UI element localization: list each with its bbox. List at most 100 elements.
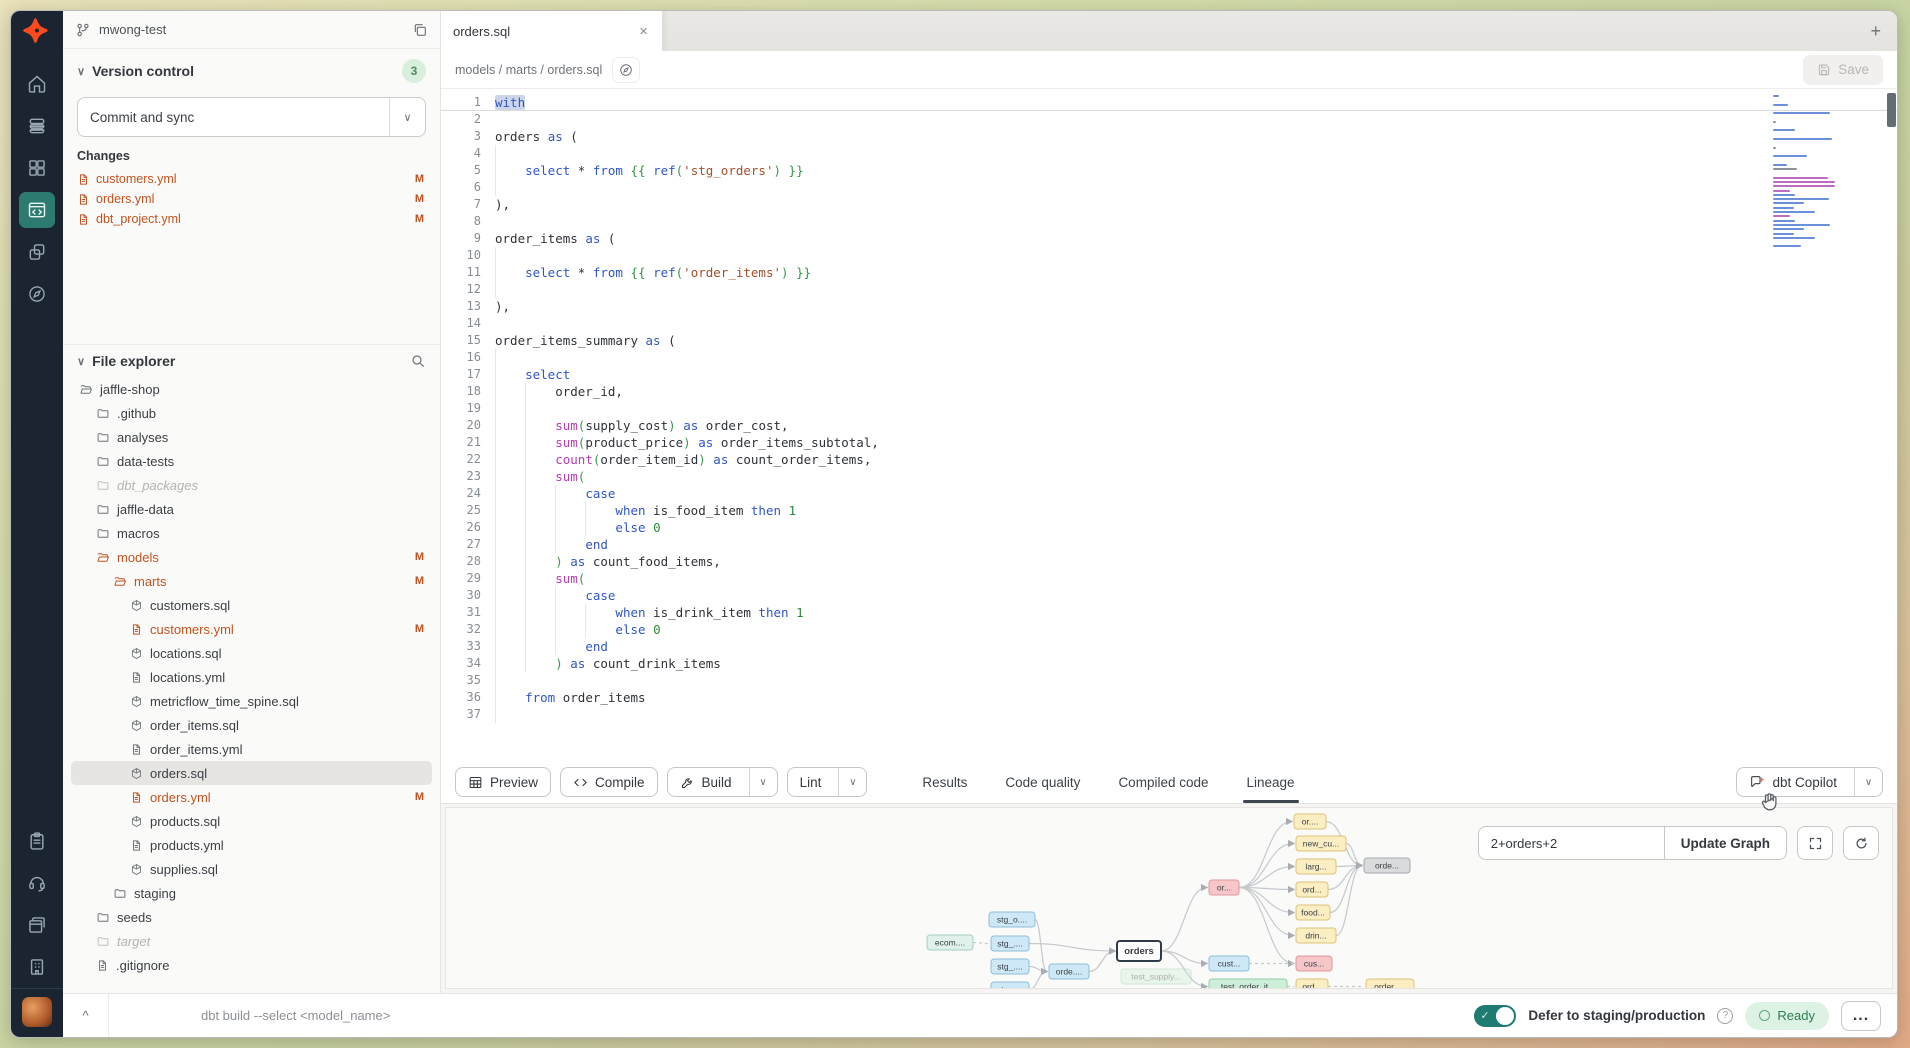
fullscreen-button[interactable] (1797, 826, 1833, 860)
tree-item-seeds[interactable]: seeds (71, 905, 432, 929)
tree-item-jaffle-data[interactable]: jaffle-data (71, 497, 432, 521)
lineage-node-yOrd2[interactable]: ord... (1296, 979, 1328, 988)
tree-item-target[interactable]: target (71, 929, 432, 953)
build-dropdown[interactable]: ∨ (749, 768, 777, 796)
preview-button[interactable]: Preview (455, 767, 551, 797)
changed-file-row[interactable]: dbt_project.ymlM (77, 209, 426, 229)
lineage-node-grayOrde[interactable]: orde... (1364, 858, 1410, 873)
tree-item-macros[interactable]: macros (71, 521, 432, 545)
clipboard-icon[interactable] (19, 823, 55, 859)
commit-dropdown[interactable]: ∨ (389, 98, 425, 136)
lineage-node-test_sup[interactable]: test_supply... (1121, 969, 1191, 984)
save-button[interactable]: Save (1803, 55, 1883, 85)
chevron-down-icon[interactable]: ∨ (77, 65, 85, 78)
lineage-node-testoi[interactable]: test_order_it... (1209, 979, 1287, 988)
lineage-node-ecom[interactable]: ecom.... (927, 935, 973, 950)
lineage-node-yNew[interactable]: new_cu... (1296, 836, 1346, 851)
dbt-logo-icon[interactable] (11, 11, 63, 55)
refresh-button[interactable] (1843, 826, 1879, 860)
tree-item-models[interactable]: modelsM (71, 545, 432, 569)
lint-button[interactable]: Lint ∨ (787, 767, 868, 797)
develop-code-icon[interactable] (19, 192, 55, 228)
scrollbar-thumb[interactable] (1887, 93, 1896, 127)
support-headset-icon[interactable] (19, 865, 55, 901)
line-number: 29 (441, 570, 481, 587)
lineage-node-cust[interactable]: cust... (1209, 956, 1249, 971)
file-explorer-title: File explorer (92, 353, 175, 369)
branch-name[interactable]: mwong-test (99, 22, 166, 37)
update-graph-button[interactable]: Update Graph (1665, 827, 1786, 859)
tree-item-staging[interactable]: staging (71, 881, 432, 905)
home-icon[interactable] (19, 66, 55, 102)
tab-lineage[interactable]: Lineage (1247, 761, 1295, 803)
tree-item-orders-yml[interactable]: orders.ymlM (71, 785, 432, 809)
copy-icon[interactable] (412, 22, 428, 38)
tree-item-order-items-sql[interactable]: order_items.sql (71, 713, 432, 737)
docs-browser-icon[interactable] (19, 907, 55, 943)
more-options-button[interactable]: ... (1841, 1001, 1881, 1031)
lineage-node-yOr[interactable]: or.... (1294, 814, 1326, 829)
tree-item-products-sql[interactable]: products.sql (71, 809, 432, 833)
tree-item-analyses[interactable]: analyses (71, 425, 432, 449)
lineage-compass-button[interactable] (612, 57, 640, 83)
lineage-node-orP[interactable]: or... (1209, 880, 1239, 895)
deploy-stack-icon[interactable] (19, 108, 55, 144)
tree-item--gitignore[interactable]: .gitignore (71, 953, 432, 977)
tree-item-locations-sql[interactable]: locations.sql (71, 641, 432, 665)
command-expand-caret[interactable]: ^ (63, 994, 109, 1037)
lineage-node-stg_o[interactable]: stg_o.... (989, 912, 1035, 927)
tree-item-marts[interactable]: martsM (71, 569, 432, 593)
dashboard-grid-icon[interactable] (19, 150, 55, 186)
tree-item-dbt-packages[interactable]: dbt_packages (71, 473, 432, 497)
close-icon[interactable]: × (635, 23, 652, 40)
user-avatar[interactable] (11, 988, 63, 1037)
tree-item-customers-yml[interactable]: customers.ymlM (71, 617, 432, 641)
help-icon[interactable]: ? (1717, 1008, 1733, 1024)
lineage-node-ordeB[interactable]: orde.... (1049, 964, 1089, 979)
command-input[interactable]: dbt build --select <model_name> (109, 1008, 390, 1023)
tree-item-supplies-sql[interactable]: supplies.sql (71, 857, 432, 881)
tree-item-data-tests[interactable]: data-tests (71, 449, 432, 473)
changed-file-row[interactable]: orders.ymlM (77, 189, 426, 209)
tree-item-order-items-yml[interactable]: order_items.yml (71, 737, 432, 761)
changed-file-row[interactable]: customers.ymlM (77, 169, 426, 189)
projects-icon[interactable] (19, 234, 55, 270)
lineage-node-stg_2[interactable]: stg_.... (991, 959, 1029, 974)
lineage-node-yDrin[interactable]: drin... (1296, 928, 1336, 943)
copilot-dropdown[interactable]: ∨ (1854, 768, 1882, 796)
tree-item--github[interactable]: .github (71, 401, 432, 425)
lineage-node-yOrd[interactable]: ord... (1296, 882, 1328, 897)
tree-item-metricflow-time-spine-sql[interactable]: metricflow_time_spine.sql (71, 689, 432, 713)
tree-item-orders-sql[interactable]: orders.sql (71, 761, 432, 785)
tree-item-jaffle-shop[interactable]: jaffle-shop (71, 377, 432, 401)
explore-compass-icon[interactable] (19, 276, 55, 312)
defer-toggle[interactable]: ✓ (1474, 1005, 1516, 1027)
tab-compiled-code[interactable]: Compiled code (1118, 761, 1208, 803)
tree-item-locations-yml[interactable]: locations.yml (71, 665, 432, 689)
new-tab-button[interactable]: + (1854, 21, 1897, 42)
editor-minimap[interactable] (1773, 95, 1837, 254)
lint-dropdown[interactable]: ∨ (838, 768, 866, 796)
lineage-node-stg_1[interactable]: stg_.... (991, 936, 1029, 951)
search-icon[interactable] (410, 353, 426, 369)
lineage-node-pinkCus[interactable]: cus... (1296, 956, 1332, 971)
tab-code-quality[interactable]: Code quality (1005, 761, 1080, 803)
lineage-selector-input[interactable]: 2+orders+2 (1479, 827, 1665, 859)
compile-button[interactable]: Compile (560, 767, 658, 797)
commit-and-sync-button[interactable]: Commit and sync ∨ (77, 97, 426, 137)
lineage-node-yLarg[interactable]: larg... (1296, 859, 1336, 874)
tab-results[interactable]: Results (922, 761, 967, 803)
lineage-node-yOrder2[interactable]: order_... (1366, 979, 1414, 988)
code-editor[interactable]: 1with23orders as (45 select * from {{ re… (441, 89, 1897, 761)
build-button[interactable]: Build ∨ (667, 767, 778, 797)
lineage-node-stg_3[interactable]: stg_.... (991, 982, 1029, 988)
organization-building-icon[interactable] (19, 949, 55, 985)
lineage-node-yFood[interactable]: food... (1296, 905, 1330, 920)
tab-orders-sql[interactable]: orders.sql × (441, 11, 663, 51)
tree-item-products-yml[interactable]: products.yml (71, 833, 432, 857)
code-text: ), (481, 298, 1897, 315)
tree-item-customers-sql[interactable]: customers.sql (71, 593, 432, 617)
chevron-down-icon[interactable]: ∨ (77, 355, 85, 368)
editor-scrollbar[interactable] (1886, 89, 1897, 761)
lineage-node-orders[interactable]: orders (1117, 941, 1161, 961)
